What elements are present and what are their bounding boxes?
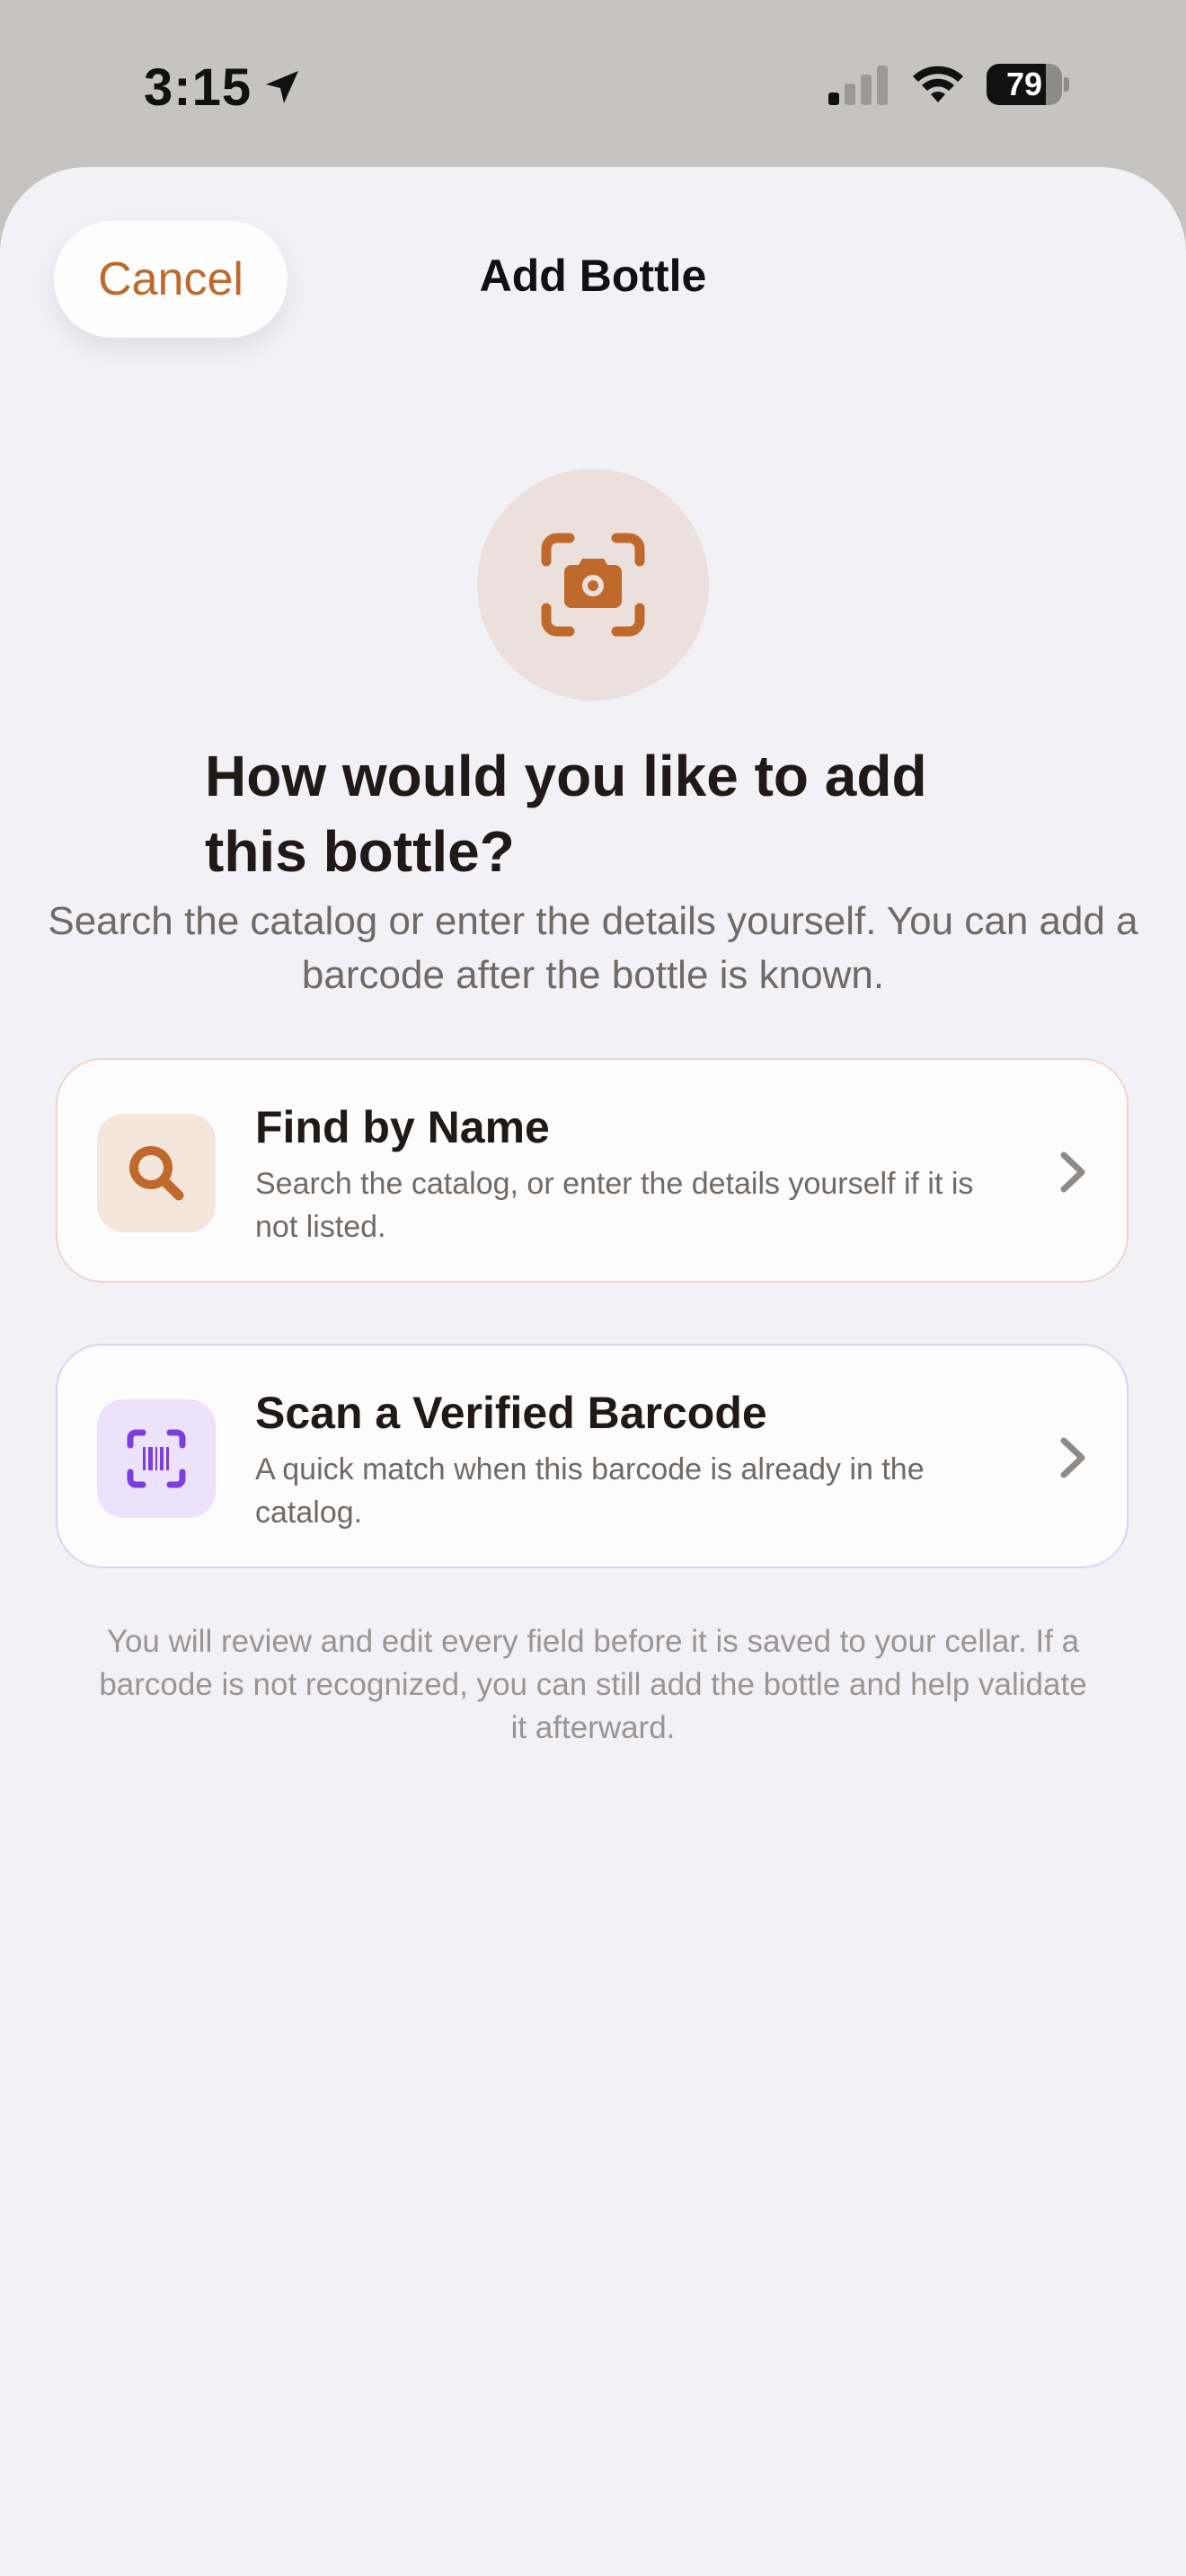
scan-barcode-description: A quick match when this barcode is alrea… <box>255 1452 925 1530</box>
battery-nub <box>1064 77 1069 92</box>
footnote: You will review and edit every field bef… <box>99 1624 1087 1745</box>
chevron-right-icon <box>1060 1151 1085 1193</box>
find-by-name-description: Search the catalog, or enter the details… <box>255 1167 974 1244</box>
location-arrow-icon <box>266 71 299 103</box>
signal-icon <box>828 66 888 105</box>
status-time: 3:15 <box>144 57 252 117</box>
status-indicators: 79 <box>827 63 1069 106</box>
battery-icon: 79 <box>987 64 1069 105</box>
status-bar: 3:15 79 <box>0 0 1186 167</box>
chevron-right-icon <box>1060 1437 1085 1478</box>
add-bottle-sheet: Cancel Add Bottle How would you like to … <box>0 167 1186 2576</box>
hero-icon-circle <box>477 469 709 701</box>
headline: How would you like to add this bottle? <box>205 744 927 884</box>
find-by-name-title: Find by Name <box>255 1102 550 1152</box>
camera-viewfinder-icon <box>541 533 645 637</box>
scan-barcode-title: Scan a Verified Barcode <box>255 1388 767 1438</box>
find-by-name-option[interactable]: Find by Name Search the catalog, or ente… <box>56 1058 1128 1283</box>
magnifying-glass-icon <box>129 1146 184 1201</box>
page-title: Add Bottle <box>479 251 707 301</box>
find-by-name-icon-tile <box>97 1114 216 1232</box>
scan-barcode-icon-tile <box>97 1399 216 1518</box>
status-time-group: 3:15 <box>144 56 304 119</box>
battery-level: 79 <box>1005 66 1043 102</box>
subtitle: Search the catalog or enter the details … <box>48 899 1138 997</box>
scan-barcode-option[interactable]: Scan a Verified Barcode A quick match wh… <box>56 1344 1128 1568</box>
barcode-viewfinder-icon <box>127 1429 186 1488</box>
wifi-icon <box>913 66 963 102</box>
